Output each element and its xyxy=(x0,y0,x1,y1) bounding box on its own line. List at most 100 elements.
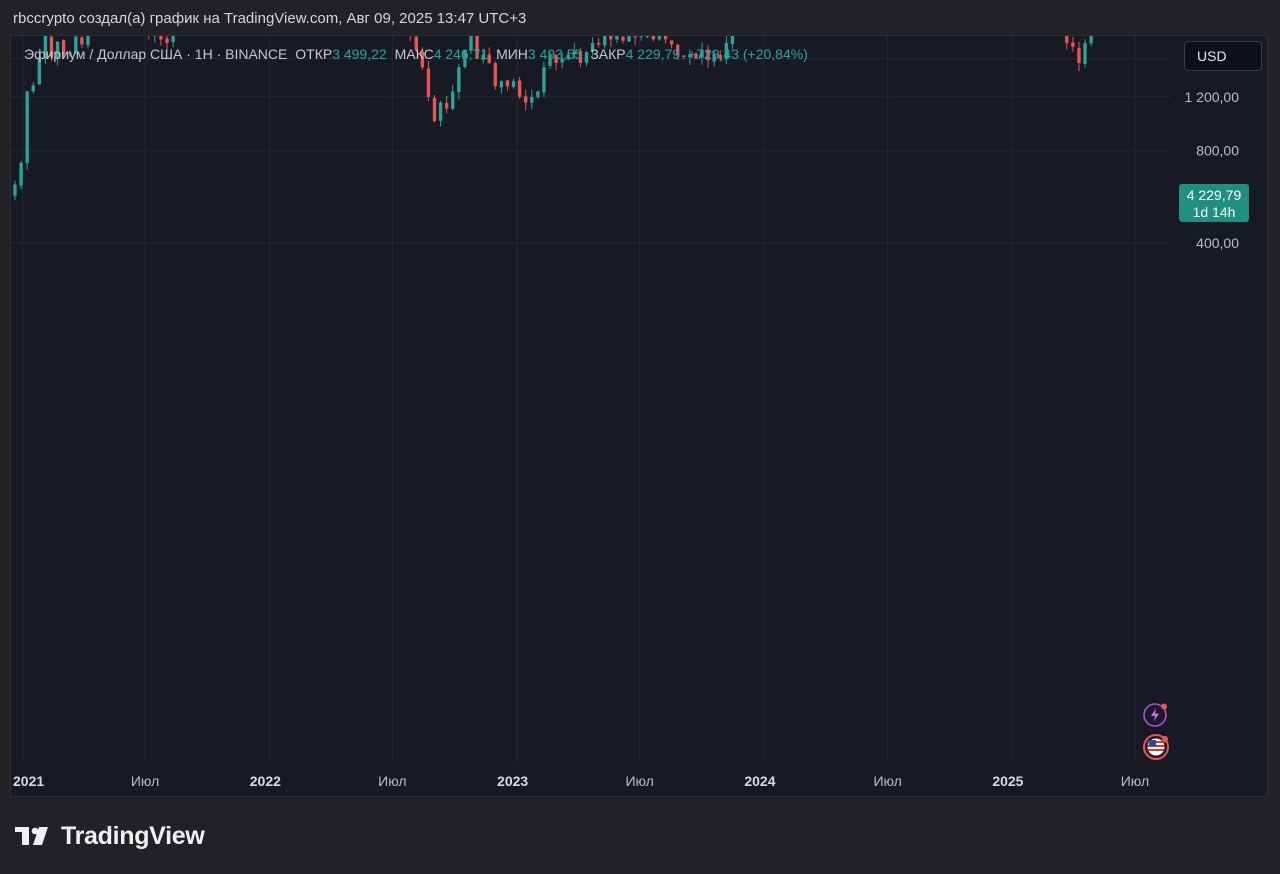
candle xyxy=(1065,36,1069,50)
price-tick-label: 1 200,00 xyxy=(1185,89,1240,105)
candle-body xyxy=(37,58,41,85)
price-chart[interactable]: 400,00800,001 200,001 600,002 000,002 40… xyxy=(11,36,1267,796)
change-value: +729,43 (+20,84%) xyxy=(688,46,808,62)
close-label: ЗАКР xyxy=(590,46,626,62)
candle-body xyxy=(1077,47,1081,63)
candle xyxy=(25,90,29,171)
candle xyxy=(13,180,17,201)
candle-body xyxy=(426,68,431,97)
candle xyxy=(615,36,619,44)
time-tick-label: Июл xyxy=(873,773,901,789)
candle-body xyxy=(633,36,637,38)
candle-body xyxy=(645,36,649,38)
candle-body xyxy=(639,36,643,37)
candle xyxy=(511,78,516,89)
chart-panel[interactable]: 400,00800,001 200,001 600,002 000,002 40… xyxy=(10,35,1268,797)
candle xyxy=(457,63,461,100)
candle xyxy=(1071,36,1075,52)
candle xyxy=(159,36,163,46)
candle xyxy=(19,160,23,190)
candle xyxy=(536,90,540,99)
candle-body xyxy=(663,36,668,40)
time-tick-label: 2023 xyxy=(497,773,528,789)
brand-name: TradingView xyxy=(61,821,205,850)
candle xyxy=(31,81,35,94)
candle xyxy=(542,61,546,98)
candle-body xyxy=(505,80,510,87)
candle-body xyxy=(13,184,17,196)
candle xyxy=(444,96,449,114)
lightning-icon[interactable] xyxy=(1143,702,1167,727)
open-value: 3 499,22 xyxy=(332,46,387,62)
candle-body xyxy=(1089,36,1093,44)
price-tick-label: 2 000,00 xyxy=(1185,36,1240,37)
candle-body xyxy=(621,36,625,41)
candle xyxy=(409,36,411,42)
candle xyxy=(621,36,625,44)
symbol-legend: Эфириум / Доллар США · 1Н · BINANCE ОТКР… xyxy=(24,46,808,62)
candle-body xyxy=(444,103,449,109)
candle-body xyxy=(1071,42,1075,47)
candle-body xyxy=(615,36,619,40)
candle xyxy=(651,36,656,42)
candle xyxy=(438,100,443,127)
chart-caption: rbccrypto создал(а) график на TradingVie… xyxy=(13,10,527,27)
grid-lines xyxy=(11,36,1171,761)
candle-body xyxy=(1083,43,1087,64)
candle xyxy=(1083,39,1087,68)
time-tick-label: 2024 xyxy=(744,773,775,789)
high-label: МАКС xyxy=(394,46,434,62)
candle-body xyxy=(86,36,90,46)
candle-body xyxy=(542,67,546,93)
candle-body xyxy=(457,67,461,92)
candle xyxy=(499,80,504,94)
low-value: 3 493,55 xyxy=(527,46,583,62)
price-tick-label: 800,00 xyxy=(1196,143,1239,159)
tradingview-logo: TradingView xyxy=(15,821,205,851)
candle xyxy=(663,36,668,44)
us-flag-icon[interactable] xyxy=(1143,733,1171,760)
time-tick-label: Июл xyxy=(378,773,406,789)
candle-body xyxy=(530,96,534,103)
candle-body xyxy=(438,102,443,121)
candle-body xyxy=(171,36,175,43)
candle-body xyxy=(499,81,504,88)
close-value: 4 229,79 xyxy=(625,46,681,62)
candle xyxy=(153,36,157,43)
candle-body xyxy=(651,36,656,40)
candle-body xyxy=(1065,36,1069,44)
high-value: 4 246,71 xyxy=(433,46,489,62)
candle xyxy=(1077,41,1081,72)
candle xyxy=(1089,36,1093,47)
candle xyxy=(633,36,637,46)
currency-button[interactable]: USD xyxy=(1184,41,1262,71)
candle xyxy=(657,36,662,42)
last-price-value: 4 229,79 xyxy=(1186,187,1242,203)
candle xyxy=(148,36,150,40)
time-tick-label: Июл xyxy=(131,773,159,789)
price-tick-label: 400,00 xyxy=(1196,235,1239,251)
candle-body xyxy=(25,91,29,163)
candle xyxy=(432,95,437,123)
candle-body xyxy=(432,98,437,122)
candle-body xyxy=(451,91,455,109)
candle xyxy=(451,84,455,111)
candle xyxy=(645,36,649,39)
candle-body xyxy=(165,38,169,44)
time-tick-label: 2025 xyxy=(992,773,1023,789)
candle-body xyxy=(511,81,516,87)
candle-body xyxy=(159,36,163,40)
time-axis: 2021 Июл 2022 Июл 2023 Июл 2024 Июл 2025 Июл xyxy=(13,773,1149,789)
candle-body xyxy=(603,36,607,46)
open-label: ОТКР xyxy=(295,46,333,62)
candle-body xyxy=(19,162,23,186)
time-tick-label: Июл xyxy=(1121,773,1149,789)
candle xyxy=(524,89,528,111)
candle-body xyxy=(730,36,735,44)
candle-body xyxy=(517,80,522,97)
candle xyxy=(426,61,431,102)
candle-body xyxy=(609,36,613,40)
candle-body xyxy=(669,40,674,45)
low-label: МИН xyxy=(496,46,528,62)
candle xyxy=(627,36,631,42)
